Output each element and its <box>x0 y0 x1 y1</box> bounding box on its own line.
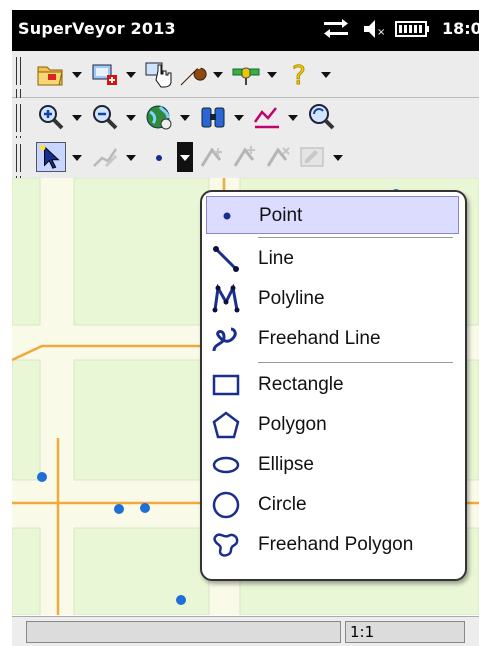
map-point-marker[interactable] <box>114 504 124 514</box>
menu-item-polygon[interactable]: Polygon <box>206 406 459 444</box>
binoculars-icon[interactable] <box>198 102 228 132</box>
globe-icon[interactable] <box>144 102 174 132</box>
zoom-refresh-icon[interactable] <box>306 102 336 132</box>
ellipse-icon <box>212 456 240 474</box>
properties-dropdown-button[interactable] <box>330 142 346 172</box>
pointer-hand-icon[interactable] <box>144 59 174 89</box>
globe-dropdown-button[interactable] <box>177 102 193 132</box>
edit-line-icon[interactable] <box>90 142 120 172</box>
zoom-in-icon[interactable] <box>36 102 66 132</box>
status-pane-info <box>26 621 341 643</box>
battery-icon[interactable] <box>395 21 429 37</box>
toolbar-grip-icon[interactable] <box>16 57 26 117</box>
shape-type-menu: Point Line Polyline Freehand Line Rectan… <box>200 190 467 581</box>
freehand-line-icon <box>212 327 237 352</box>
menu-item-ellipse[interactable]: Ellipse <box>206 446 459 484</box>
map-point-marker[interactable] <box>176 595 186 605</box>
toolbar-view <box>12 98 479 164</box>
svg-text:×: × <box>377 27 385 38</box>
profile-dropdown-button[interactable] <box>285 102 301 132</box>
menu-separator <box>258 237 453 239</box>
menu-item-freehand-line[interactable]: Freehand Line <box>206 320 459 358</box>
zoom-out-icon[interactable] <box>90 102 120 132</box>
menu-item-line[interactable]: Line <box>206 240 459 278</box>
menu-item-label: Ellipse <box>258 454 314 475</box>
select-dropdown-button[interactable] <box>69 142 85 172</box>
title-bar: SuperVeyor 2013 × 18:0 <box>12 10 479 51</box>
menu-item-rectangle[interactable]: Rectangle <box>206 366 459 404</box>
device-screen: SuperVeyor 2013 × 18:0 ? 1:1 Point Line … <box>12 10 479 646</box>
select-arrow-icon[interactable] <box>36 142 66 172</box>
zoom-in-dropdown-button[interactable] <box>69 102 85 132</box>
binoculars-dropdown-button[interactable] <box>231 102 247 132</box>
zoom-out-dropdown-button[interactable] <box>123 102 139 132</box>
status-icons: × <box>324 19 429 38</box>
add-layer-icon[interactable] <box>90 59 120 89</box>
menu-item-label: Rectangle <box>258 374 344 395</box>
connectivity-icon[interactable] <box>324 19 348 38</box>
help-icon[interactable]: ? <box>285 59 315 90</box>
menu-item-label: Polygon <box>258 414 327 435</box>
volume-muted-icon[interactable]: × <box>364 20 385 38</box>
add-vertex-icon[interactable] <box>198 142 228 172</box>
delete-vertex-icon[interactable] <box>264 142 294 172</box>
menu-item-circle[interactable]: Circle <box>206 486 459 524</box>
open-folder-icon[interactable] <box>36 59 66 89</box>
help-dropdown-button[interactable] <box>318 59 334 89</box>
open-dropdown-button[interactable] <box>69 59 85 89</box>
menu-item-label: Freehand Polygon <box>258 534 414 555</box>
point-tool-dropdown-button[interactable] <box>177 142 193 172</box>
map-scale: 1:1 <box>345 621 465 643</box>
menu-separator <box>258 362 453 364</box>
toolbar-edit <box>12 138 479 204</box>
menu-item-label: Line <box>258 248 294 269</box>
clock: 18:0 <box>442 19 479 38</box>
svg-text:?: ? <box>292 61 306 89</box>
move-vertex-icon[interactable] <box>231 142 261 172</box>
menu-item-label: Circle <box>258 494 307 515</box>
add-layer-dropdown-button[interactable] <box>123 59 139 89</box>
tools-dropdown-button[interactable] <box>210 59 226 89</box>
map-point-marker[interactable] <box>37 472 47 482</box>
polygon-icon <box>212 411 240 439</box>
menu-item-freehand-polygon[interactable]: Freehand Polygon <box>206 526 459 564</box>
toolbar-file: ? <box>12 51 479 117</box>
gps-satellite-icon[interactable] <box>231 59 261 89</box>
map-point-marker[interactable] <box>140 503 150 513</box>
status-bar: 1:1 <box>12 616 479 646</box>
line-icon <box>213 246 239 272</box>
properties-icon[interactable] <box>297 142 327 172</box>
toolbar-grip-icon[interactable] <box>16 144 26 204</box>
freehand-polygon-icon <box>213 533 239 557</box>
point-tool-icon[interactable] <box>144 142 174 172</box>
menu-item-point[interactable]: Point <box>206 196 459 234</box>
point-icon <box>223 212 231 220</box>
menu-item-polyline[interactable]: Polyline <box>206 280 459 318</box>
wrench-icon[interactable] <box>177 59 207 89</box>
menu-item-label: Point <box>259 205 303 226</box>
menu-item-label: Freehand Line <box>258 328 381 349</box>
gps-dropdown-button[interactable] <box>264 59 280 89</box>
menu-item-label: Polyline <box>258 288 325 309</box>
app-title: SuperVeyor 2013 <box>18 19 176 38</box>
toolbar-grip-icon[interactable] <box>16 104 26 164</box>
circle-icon <box>212 491 240 519</box>
polyline-icon <box>212 284 240 313</box>
profile-icon[interactable] <box>252 102 282 132</box>
rectangle-icon <box>212 374 240 396</box>
edit-line-dropdown-button[interactable] <box>123 142 139 172</box>
